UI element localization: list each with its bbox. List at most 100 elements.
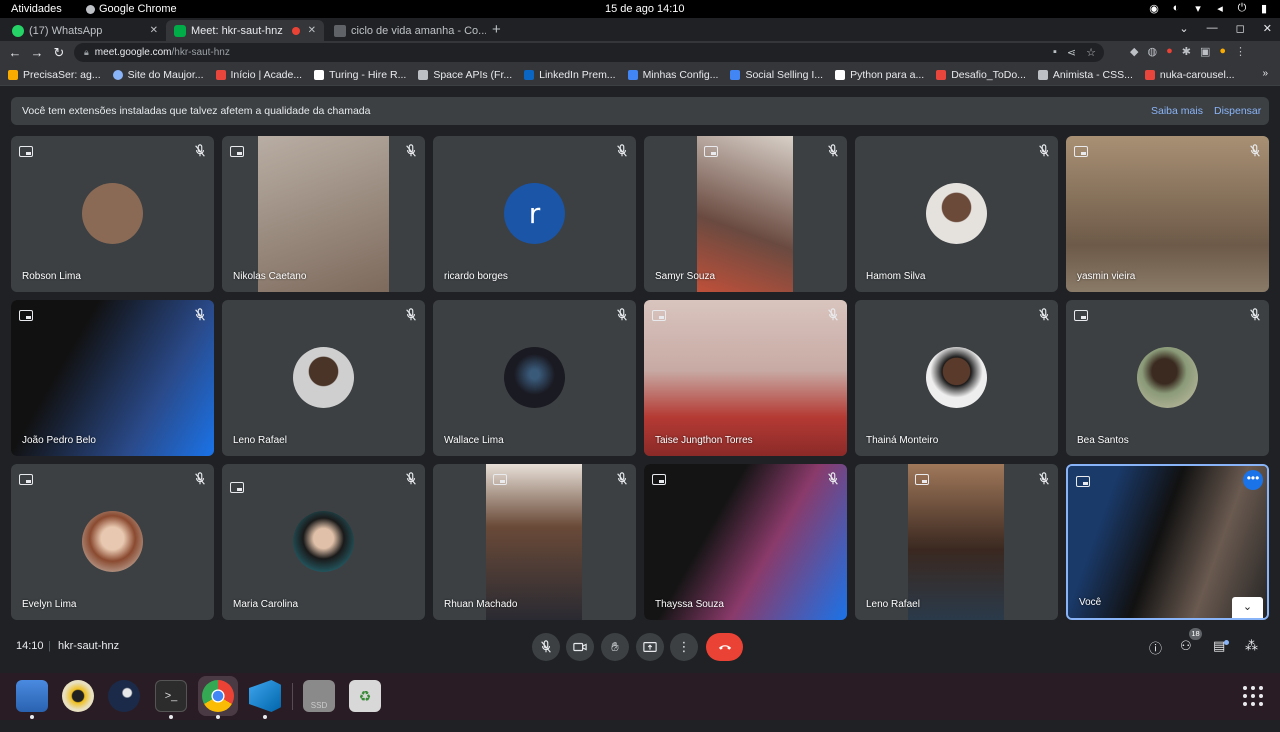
lock-icon[interactable]: 🔒︎ — [84, 47, 89, 58]
pip-icon[interactable] — [915, 474, 929, 485]
system-clock[interactable]: 15 de ago 14:10 — [605, 3, 685, 15]
extension-icon[interactable]: ◍ — [1147, 45, 1157, 58]
side-panel-icon[interactable]: ▣ — [1200, 45, 1210, 58]
mic-off-icon — [195, 472, 205, 485]
participant-tile[interactable]: Leno Rafael — [855, 464, 1058, 620]
chrome-icon[interactable] — [202, 680, 234, 712]
pip-icon[interactable] — [19, 146, 33, 157]
participant-tile[interactable]: Taise Jungthon Torres — [644, 300, 847, 456]
pip-icon[interactable] — [652, 474, 666, 485]
camera-indicator-icon[interactable]: ▪ — [1053, 46, 1057, 59]
system-tray[interactable]: ◉ ◐ ▾ ◂ ⏻ ▮ — [1148, 2, 1270, 15]
pip-icon[interactable] — [230, 482, 244, 493]
terminal-icon[interactable]: >_ — [155, 680, 187, 712]
tab-search-icon[interactable]: ⌄ — [1179, 22, 1188, 35]
participant-tile[interactable]: Bea Santos — [1066, 300, 1269, 456]
ssd-drive-icon[interactable]: SSD — [303, 680, 335, 712]
bookmark-item[interactable]: Início | Acade... — [215, 69, 302, 81]
chevron-down-icon[interactable]: ⌄ — [1232, 597, 1263, 618]
forward-icon[interactable]: → — [26, 45, 48, 60]
rhythmbox-icon[interactable] — [62, 680, 94, 712]
participant-tile[interactable]: Rhuan Machado — [433, 464, 636, 620]
puzzle-icon[interactable]: ✱ — [1182, 45, 1191, 58]
power-icon: ⏻ — [1237, 2, 1247, 14]
bookmark-item[interactable]: Python para a... — [835, 69, 924, 81]
participant-tile[interactable]: Hamom Silva — [855, 136, 1058, 292]
vscode-icon[interactable] — [249, 680, 281, 712]
files-icon[interactable] — [16, 680, 48, 712]
bookmark-item[interactable]: Desafio_ToDo... — [936, 69, 1026, 81]
pip-icon[interactable] — [1074, 310, 1088, 321]
pip-icon[interactable] — [652, 310, 666, 321]
show-apps-icon[interactable] — [1243, 686, 1263, 706]
back-icon[interactable]: ← — [4, 45, 26, 60]
close-icon[interactable]: ✕ — [142, 25, 158, 36]
activities-button[interactable]: ⁂ — [1245, 638, 1258, 654]
end-call-button[interactable] — [706, 633, 743, 661]
bookmark-item[interactable]: nuka-carousel... — [1144, 69, 1235, 81]
bookmark-item[interactable]: Space APIs (Fr... — [418, 69, 512, 81]
more-bookmarks-icon[interactable]: » — [1262, 68, 1268, 79]
mic-toggle-button[interactable] — [532, 633, 560, 661]
people-button[interactable]: ⚇ — [1180, 638, 1192, 654]
bookmark-item[interactable]: LinkedIn Prem... — [524, 69, 616, 81]
more-options-icon[interactable]: ••• — [1243, 470, 1263, 490]
dismiss-button[interactable]: Dispensar — [1214, 105, 1261, 117]
camera-toggle-button[interactable] — [566, 633, 594, 661]
participant-tile[interactable]: Thainá Monteiro — [855, 300, 1058, 456]
new-tab-button[interactable]: + — [492, 21, 501, 38]
close-icon[interactable]: ✕ — [300, 25, 316, 36]
pip-icon[interactable] — [1076, 476, 1090, 487]
pip-icon[interactable] — [230, 146, 244, 157]
raise-hand-button[interactable]: ✋︎ — [601, 633, 629, 661]
bookmark-item[interactable]: Social Selling I... — [730, 69, 823, 81]
tab-whatsapp[interactable]: (17) WhatsApp ✕ — [4, 20, 166, 41]
participant-tile[interactable]: Evelyn Lima — [11, 464, 214, 620]
bookmark-item[interactable]: Site do Maujor... — [112, 69, 204, 81]
video-feed — [697, 136, 793, 292]
participant-tile[interactable]: Robson Lima — [11, 136, 214, 292]
pip-icon[interactable] — [19, 310, 33, 321]
meeting-info-button[interactable]: ⓘ — [1149, 638, 1162, 657]
participant-tile[interactable]: Leno Rafael — [222, 300, 425, 456]
steam-icon[interactable] — [108, 680, 140, 712]
participant-tile[interactable]: yasmin vieira — [1066, 136, 1269, 292]
pip-icon[interactable] — [493, 474, 507, 485]
bookmark-item[interactable]: Turing - Hire R... — [314, 69, 406, 81]
bookmark-item[interactable]: Minhas Config... — [627, 69, 718, 81]
activities-button[interactable]: Atividades — [11, 3, 62, 15]
minimize-icon[interactable]: — — [1207, 22, 1218, 35]
self-tile[interactable]: ••• Você ⌄ — [1066, 464, 1269, 620]
participant-tile[interactable]: Thayssa Souza — [644, 464, 847, 620]
address-bar[interactable]: 🔒︎ meet.google.com/hkr-saut-hnz ▪ ⋖ ☆ — [74, 43, 1104, 62]
maximize-icon[interactable]: ◻ — [1236, 22, 1245, 35]
more-options-button[interactable]: ⋮ — [670, 633, 698, 661]
app-menu[interactable]: Google Chrome — [86, 3, 177, 15]
present-button[interactable] — [636, 633, 664, 661]
tab-doc[interactable]: ciclo de vida amanha - Co... ✕ — [326, 20, 486, 41]
volume-icon: ◂ — [1217, 3, 1223, 15]
trash-icon[interactable]: ♻ — [349, 680, 381, 712]
participant-tile[interactable]: João Pedro Belo — [11, 300, 214, 456]
learn-more-button[interactable]: Saiba mais — [1151, 105, 1203, 117]
pip-icon[interactable] — [19, 474, 33, 485]
bookmark-item[interactable]: Animista - CSS... — [1037, 69, 1133, 81]
pip-icon[interactable] — [1074, 146, 1088, 157]
profile-avatar-icon[interactable]: ● — [1219, 45, 1226, 58]
participant-tile[interactable]: Wallace Lima — [433, 300, 636, 456]
extension-icon[interactable]: ◆ — [1130, 45, 1138, 58]
bookmark-star-icon[interactable]: ☆ — [1086, 46, 1096, 59]
close-window-icon[interactable]: ✕ — [1263, 22, 1272, 35]
share-icon[interactable]: ⋖ — [1067, 46, 1076, 59]
bookmark-item[interactable]: PrecisaSer: ag... — [8, 69, 101, 81]
raise-hand-icon: ✋︎ — [611, 639, 619, 654]
participant-tile[interactable]: r ricardo borges — [433, 136, 636, 292]
participant-tile[interactable]: Nikolas Caetano — [222, 136, 425, 292]
menu-icon[interactable]: ⋮ — [1235, 45, 1246, 58]
pip-icon[interactable] — [704, 146, 718, 157]
reload-icon[interactable]: ↻ — [48, 45, 70, 61]
participant-tile[interactable]: Maria Carolina — [222, 464, 425, 620]
extension-new-icon[interactable]: ● — [1166, 45, 1173, 58]
tab-meet[interactable]: Meet: hkr-saut-hnz ✕ — [166, 20, 324, 41]
participant-tile[interactable]: Samyr Souza — [644, 136, 847, 292]
